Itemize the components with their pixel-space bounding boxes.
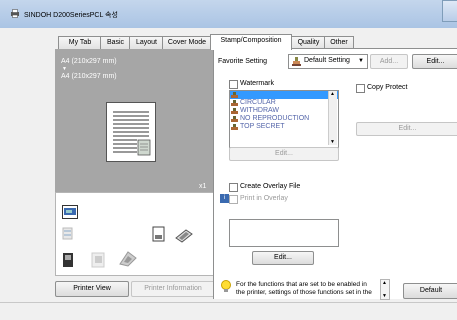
list-item-label: CIRCULAR [240,99,276,106]
scroll-up-icon[interactable]: ▲ [382,280,387,286]
printer-information-button[interactable]: Printer Information [131,281,215,297]
tab-my-tab[interactable]: My Tab [58,36,102,49]
stamp-icon [231,108,238,114]
mailbox-icon[interactable] [62,252,74,268]
info-message: For the functions that are set to be ena… [236,281,376,297]
chevron-down-icon: ▼ [358,58,364,64]
fold-icon[interactable] [118,250,138,268]
finisher-icon[interactable] [152,226,166,242]
arrow-down-icon: ▼ [62,66,67,72]
stamp-icon [231,124,238,130]
stapler-icon[interactable] [174,228,194,244]
lightbulb-icon [221,280,231,292]
overlay-edit-button[interactable]: Edit... [252,251,314,265]
info-icon: i [220,194,229,203]
list-item[interactable]: CIRCULAR [230,99,338,107]
divider [0,302,457,303]
tab-layout[interactable]: Layout [129,36,164,49]
printer-view-button[interactable]: Printer View [55,281,129,297]
tray-icon[interactable] [62,226,74,240]
copy-protect-label: Copy Protect [367,84,408,91]
copy-protect-checkbox[interactable] [356,84,365,93]
copy-protect-edit-button[interactable]: Edit... [356,122,457,136]
create-overlay-checkbox[interactable] [229,183,238,192]
stamp-icon [231,92,238,98]
window-title: SINDOH D200SeriesPCL 속성 [24,12,118,19]
overlay-file-list[interactable] [229,219,339,247]
watermark-checkbox[interactable] [229,80,238,89]
list-item[interactable]: NO REPRODUCTION [230,115,338,123]
list-item-label: NO REPRODUCTION [240,115,310,122]
edit-favorite-button[interactable]: Edit... [412,54,457,69]
list-item[interactable]: WITHDRAW [230,107,338,115]
copies-count: x1 [199,183,207,190]
watermark-label: Watermark [240,80,274,87]
stamp-icon [292,57,301,66]
create-overlay-label: Create Overlay File [240,183,301,190]
scroll-down-icon[interactable]: ▼ [382,293,387,299]
tab-basic[interactable]: Basic [100,36,131,49]
favorite-setting-value: Default Setting [304,57,350,64]
paper-size-output: A4 (210x297 mm) [61,73,117,80]
info-text-line: For the functions that are set to be ena… [236,281,367,288]
list-item-label: TOP SECRET [240,123,285,130]
favorite-setting-label: Favorite Setting [218,58,268,65]
document-lines-icon [113,111,151,156]
scroll-down-icon[interactable]: ▼ [330,139,335,145]
list-item[interactable] [230,91,338,99]
watermark-scrollbar[interactable]: ▲ ▼ [328,91,337,145]
punch-icon[interactable] [90,252,106,268]
tab-label: Layout [135,39,158,46]
tab-label: My Tab [68,39,92,46]
print-in-overlay-label: Print in Overlay [240,195,288,202]
info-scrollbar[interactable]: ▲ ▼ [380,279,390,300]
list-item[interactable]: TOP SECRET [230,123,338,131]
info-text-line: the printer, settings of those functions… [236,289,372,296]
watermark-edit-button[interactable]: Edit... [229,147,339,161]
watermark-list[interactable]: CIRCULAR WITHDRAW NO REPRODUCTION TOP SE… [229,90,339,148]
printer-status-icon[interactable] [62,205,78,219]
tab-cover-mode[interactable]: Cover Mode [162,36,212,49]
tab-stamp-composition[interactable]: Stamp/Composition [210,34,292,50]
preview-page [106,102,156,162]
printer-icon [11,9,19,18]
print-in-overlay-checkbox[interactable] [229,195,238,204]
stamp-icon [231,100,238,106]
list-item-label: WITHDRAW [240,107,280,114]
add-favorite-button[interactable]: Add... [370,54,408,69]
tab-label: Stamp/Composition [220,37,282,44]
window-close-button[interactable] [442,0,457,22]
stamp-icon [231,116,238,122]
tab-label: Basic [106,39,125,46]
paper-size-original: A4 (210x297 mm) [61,58,117,65]
scroll-up-icon[interactable]: ▲ [330,91,335,97]
favorite-setting-select[interactable]: Default Setting ▼ [288,54,368,69]
default-button[interactable]: Default [403,283,457,299]
tab-label: Cover Mode [167,39,207,46]
